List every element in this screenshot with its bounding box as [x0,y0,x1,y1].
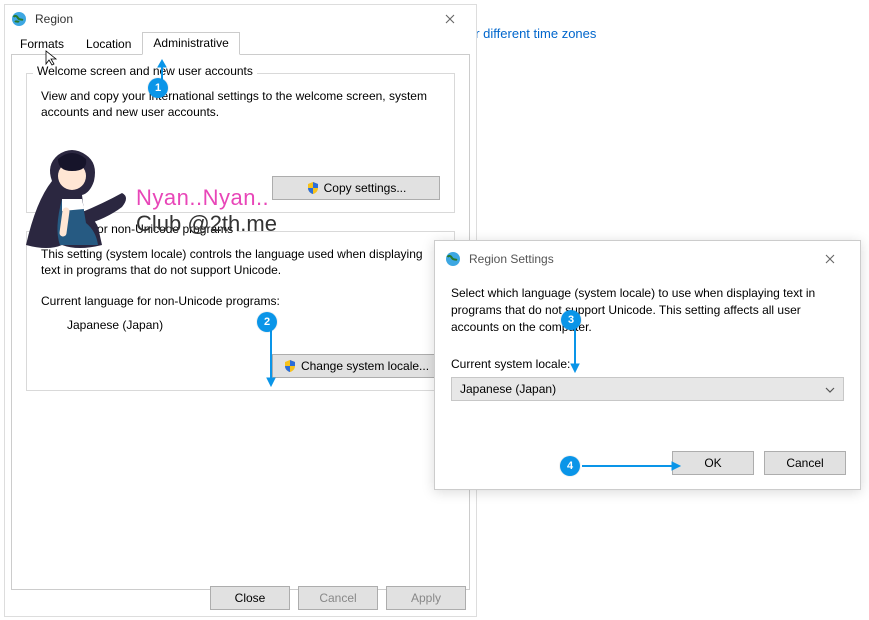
region-title: Region [35,12,73,26]
region-bottom-buttons: Close Cancel Apply [210,586,466,610]
uac-shield-icon [283,359,297,373]
step-badge-2: 2 [257,312,277,332]
chevron-down-icon [825,382,835,396]
region-apply-button: Apply [386,586,466,610]
settings-ok-button[interactable]: OK [672,451,754,475]
settings-body-text: Select which language (system locale) to… [451,285,844,336]
current-locale-value: Japanese (Japan) [67,318,163,332]
tab-administrative[interactable]: Administrative [142,32,239,55]
step-badge-4: 4 [560,456,580,476]
system-locale-combobox[interactable]: Japanese (Japan) [451,377,844,401]
settings-title: Region Settings [469,252,554,266]
settings-titlebar: Region Settings [435,241,860,277]
close-icon [445,14,455,24]
system-locale-value: Japanese (Japan) [460,382,556,396]
step-arrow-4 [582,461,680,471]
step-badge-1: 1 [148,78,168,98]
region-tabstrip: Formats Location Administrative [5,33,476,55]
region-cancel-button: Cancel [298,586,378,610]
settings-locale-label: Current system locale: [451,357,570,371]
step-badge-3: 3 [561,310,581,330]
administrative-tab-page: Welcome screen and new user accounts Vie… [11,54,470,590]
region-settings-dialog: Region Settings Select which language (s… [434,240,861,490]
region-close-button[interactable] [430,5,470,33]
group-non-unicode-legend: Language for non-Unicode programs [33,222,237,236]
group-welcome-screen: Welcome screen and new user accounts Vie… [26,73,455,213]
region-globe-icon [11,11,27,27]
region-dialog: Region Formats Location Administrative W… [4,4,477,617]
background-link-fragment: or different time zones [468,26,596,41]
apply-button-label: Apply [411,591,441,605]
copy-settings-label: Copy settings... [324,181,407,195]
settings-buttons: OK Cancel [672,451,846,475]
cancel-button-label: Cancel [786,456,823,470]
region-close-bottom-button[interactable]: Close [210,586,290,610]
group-non-unicode: Language for non-Unicode programs This s… [26,231,455,391]
close-icon [825,254,835,264]
settings-close-button[interactable] [810,245,850,273]
group-welcome-legend: Welcome screen and new user accounts [33,64,257,78]
tab-formats[interactable]: Formats [9,33,75,55]
uac-shield-icon [306,181,320,195]
settings-cancel-button[interactable]: Cancel [764,451,846,475]
copy-settings-button[interactable]: Copy settings... [272,176,440,200]
ok-button-label: OK [704,456,721,470]
tab-location[interactable]: Location [75,33,142,55]
close-button-label: Close [235,591,266,605]
cancel-button-label: Cancel [319,591,356,605]
region-titlebar: Region [5,5,476,33]
settings-globe-icon [445,251,461,267]
change-system-locale-label: Change system locale... [301,359,429,373]
change-system-locale-button[interactable]: Change system locale... [272,354,440,378]
step-arrow-3 [570,328,580,372]
cursor-icon [44,49,62,67]
current-locale-label: Current language for non-Unicode program… [41,294,280,308]
group-non-unicode-text: This setting (system locale) controls th… [41,246,440,278]
group-welcome-text: View and copy your international setting… [41,88,440,120]
step-arrow-2 [266,330,276,386]
